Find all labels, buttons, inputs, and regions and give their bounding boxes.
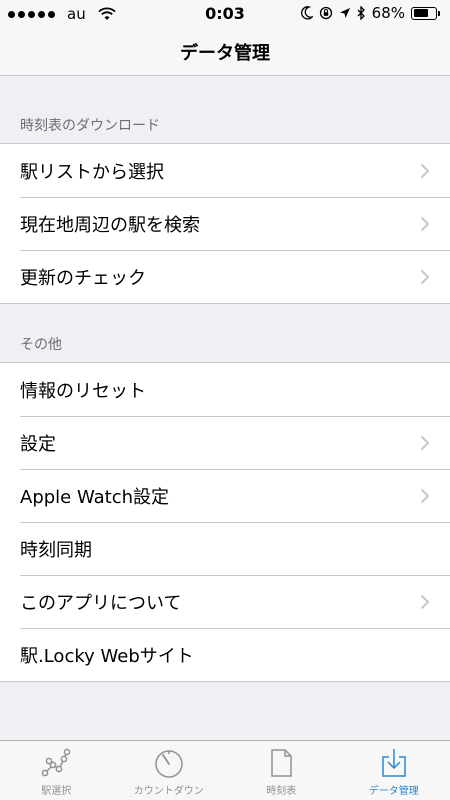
battery-percentage: 68% [371, 4, 405, 22]
navigation-bar: データ管理 [0, 28, 450, 76]
tab-label: 時刻表 [266, 786, 297, 797]
page-title: データ管理 [180, 42, 270, 64]
row-label: 現在地周辺の駅を検索 [20, 214, 200, 236]
document-icon [271, 749, 292, 777]
row-apple-watch-settings[interactable]: Apple Watch設定 [0, 469, 450, 522]
row-label: 駅.Locky Webサイト [20, 645, 194, 667]
countdown-dial-icon [155, 750, 183, 778]
tab-station-select[interactable]: 駅選択 [0, 741, 113, 800]
chevron-right-icon [420, 435, 430, 450]
row-check-updates[interactable]: 更新のチェック [0, 250, 450, 303]
chevron-right-icon [420, 163, 430, 178]
row-search-nearby-stations[interactable]: 現在地周辺の駅を検索 [0, 197, 450, 250]
location-arrow-icon [339, 8, 350, 18]
row-time-sync[interactable]: 時刻同期 [0, 522, 450, 575]
tab-label: データ管理 [368, 786, 419, 797]
tab-label: カウントダウン [133, 786, 204, 797]
row-about-app[interactable]: このアプリについて [0, 575, 450, 628]
chevron-right-icon [420, 594, 430, 609]
chevron-right-icon [420, 269, 430, 284]
section-header-other: その他 [20, 337, 62, 353]
row-label: 設定 [20, 433, 56, 455]
station-graph-icon [41, 748, 71, 777]
chevron-right-icon [420, 488, 430, 503]
section-header-timetable-download: 時刻表のダウンロード [20, 118, 160, 134]
tab-bar: 駅選択 カウントダウン 時刻表 データ管理 [0, 740, 450, 800]
rotation-lock-icon [319, 6, 332, 20]
section-other: 情報のリセット 設定 Apple Watch設定 時刻同期 このアプリについて … [0, 362, 450, 682]
row-select-from-station-list[interactable]: 駅リストから選択 [0, 144, 450, 197]
tab-data-management[interactable]: データ管理 [338, 741, 450, 800]
row-settings[interactable]: 設定 [0, 416, 450, 469]
row-reset-info[interactable]: 情報のリセット [0, 363, 450, 416]
section-timetable-download: 駅リストから選択 現在地周辺の駅を検索 更新のチェック [0, 143, 450, 304]
tab-label: 駅選択 [41, 786, 72, 797]
row-label: 更新のチェック [20, 267, 146, 289]
row-label: 情報のリセット [20, 380, 146, 402]
battery-icon [411, 6, 440, 20]
settings-list: 時刻表のダウンロード 駅リストから選択 現在地周辺の駅を検索 更新のチェック そ… [0, 77, 450, 682]
tab-countdown[interactable]: カウントダウン [113, 741, 226, 800]
bluetooth-icon [357, 6, 365, 20]
tab-timetable[interactable]: 時刻表 [225, 741, 338, 800]
row-label: 駅リストから選択 [20, 161, 164, 183]
chevron-right-icon [420, 216, 430, 231]
row-label: このアプリについて [20, 592, 182, 614]
moon-icon [300, 6, 313, 20]
row-label: 時刻同期 [20, 539, 92, 561]
status-bar: au 0:03 68% [0, 0, 450, 28]
download-tray-icon [382, 749, 406, 777]
row-website-link[interactable]: 駅.Locky Webサイト [0, 628, 450, 681]
row-label: Apple Watch設定 [20, 486, 170, 508]
